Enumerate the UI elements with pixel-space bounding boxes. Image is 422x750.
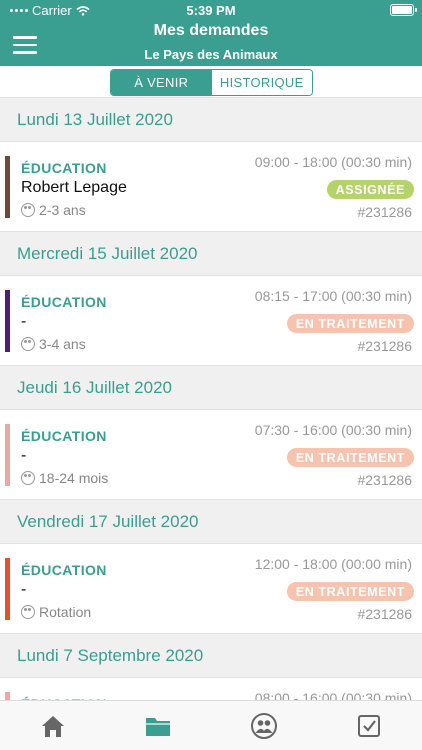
request-list[interactable]: Lundi 13 Juillet 2020 ÉDUCATION Robert Lep… xyxy=(0,97,422,700)
request-time: 07:30 - 16:00 (00:30 min) xyxy=(254,422,412,438)
request-category: ÉDUCATION xyxy=(21,294,107,310)
request-time: 09:00 - 18:00 (00:30 min) xyxy=(254,154,412,170)
color-bar xyxy=(5,290,10,352)
color-bar xyxy=(5,692,10,700)
day-header: Mercredi 15 Juillet 2020 xyxy=(0,231,422,275)
request-id: #231286 xyxy=(357,606,412,622)
day-header: Jeudi 16 Juillet 2020 xyxy=(0,365,422,409)
status-badge: EN TRAITEMENT xyxy=(286,314,414,333)
request-time: 12:00 - 18:00 (00:00 min) xyxy=(254,556,412,572)
group-icon xyxy=(250,712,277,739)
color-bar xyxy=(5,558,10,620)
folder-icon xyxy=(146,717,171,736)
request-group: Rotation xyxy=(21,604,91,620)
request-id: #231286 xyxy=(357,338,412,354)
request-group: 18-24 mois xyxy=(21,470,108,486)
group-icon xyxy=(21,337,35,351)
request-card[interactable]: ÉDUCATION Robert Lepage 2-3 ans 09:00 - 18:… xyxy=(0,141,422,231)
color-bar xyxy=(5,156,10,218)
request-id: #231286 xyxy=(357,204,412,220)
bottom-tab-bar xyxy=(0,700,422,750)
group-label: 3-4 ans xyxy=(39,336,86,352)
request-time: 08:15 - 17:00 (00:30 min) xyxy=(254,288,412,304)
request-id: #231286 xyxy=(357,472,412,488)
group-icon xyxy=(21,605,35,619)
request-name: - xyxy=(21,447,27,464)
request-group: 2-3 ans xyxy=(21,202,86,218)
tab-checkbox[interactable] xyxy=(317,701,422,750)
tab-home[interactable] xyxy=(0,701,106,750)
request-name: - xyxy=(21,313,27,330)
home-icon xyxy=(41,715,64,737)
request-category: ÉDUCATION xyxy=(21,562,107,578)
segment-bar: À VENIR HISTORIQUE xyxy=(0,66,422,97)
app-header: Carrier 5:39 PM Mes demandes Le Pays des… xyxy=(0,0,422,66)
request-card[interactable]: ÉDUCATION08:00 - 16:00 (00:30 min) xyxy=(0,677,422,700)
day-header: Lundi 7 Septembre 2020 xyxy=(0,633,422,677)
status-badge: EN TRAITEMENT xyxy=(286,448,414,467)
group-icon xyxy=(21,471,35,485)
day-header: Vendredi 17 Juillet 2020 xyxy=(0,499,422,543)
checkbox-icon xyxy=(358,714,381,737)
request-category: ÉDUCATION xyxy=(21,428,107,444)
group-label: Rotation xyxy=(39,604,92,620)
status-time: 5:39 PM xyxy=(186,3,236,18)
request-category: ÉDUCATION xyxy=(21,160,107,176)
tab-folder[interactable] xyxy=(106,701,212,750)
page-title: Mes demandes xyxy=(153,22,269,39)
day-header: Lundi 13 Juillet 2020 xyxy=(0,97,422,141)
segmented-control: À VENIR HISTORIQUE xyxy=(110,69,313,96)
request-time: 08:00 - 16:00 (00:30 min) xyxy=(254,690,412,700)
status-badge: EN TRAITEMENT xyxy=(286,582,414,601)
request-card[interactable]: ÉDUCATION -18-24 mois 07:30 - 16:00 (00:30… xyxy=(0,409,422,499)
group-label: 18-24 mois xyxy=(39,470,109,486)
request-card[interactable]: ÉDUCATION -3-4 ans 08:15 - 17:00 (00:30 mi… xyxy=(0,275,422,365)
group-icon xyxy=(21,203,35,217)
color-bar xyxy=(5,424,10,486)
group-label: 2-3 ans xyxy=(39,202,86,218)
request-name: Robert Lepage xyxy=(21,179,127,196)
status-badge: ASSIGNÉE xyxy=(326,180,414,199)
tab-history[interactable]: HISTORIQUE xyxy=(211,70,312,95)
request-name: - xyxy=(21,581,27,598)
page-subtitle: Le Pays des Animaux xyxy=(144,47,278,62)
status-bar: Carrier 5:39 PM xyxy=(0,0,422,22)
battery-icon xyxy=(390,4,417,16)
request-group: 3-4 ans xyxy=(21,336,86,352)
tab-upcoming[interactable]: À VENIR xyxy=(111,70,212,95)
tab-group[interactable] xyxy=(211,701,317,750)
request-card[interactable]: ÉDUCATION - Rotation 12:00 - 18:00 (00:00 m… xyxy=(0,543,422,633)
